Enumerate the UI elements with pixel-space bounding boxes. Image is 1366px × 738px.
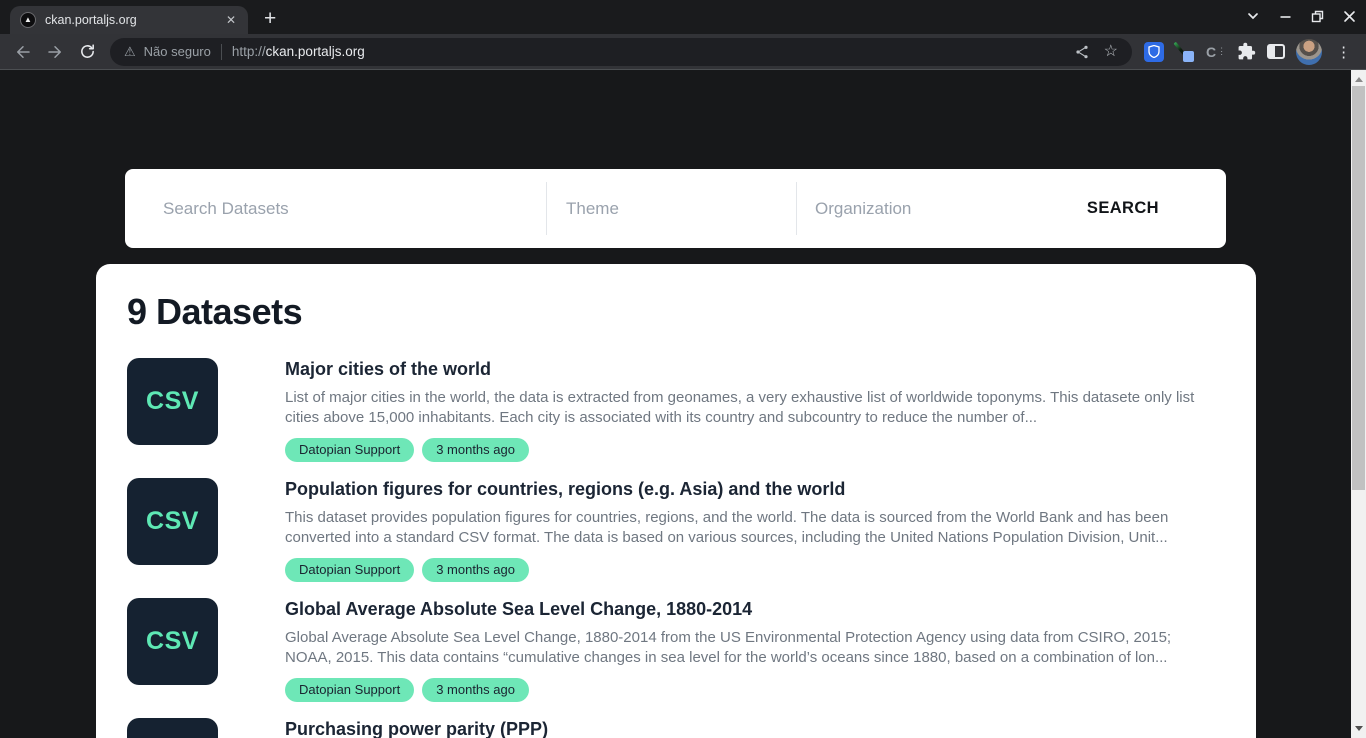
org-badge[interactable]: Datopian Support — [285, 558, 414, 582]
omnibox-divider — [221, 44, 222, 60]
profile-avatar[interactable] — [1296, 39, 1322, 65]
dataset-title-link[interactable]: Global Average Absolute Sea Level Change… — [285, 598, 1221, 620]
scroll-down-icon[interactable] — [1351, 721, 1366, 736]
not-secure-warning-icon: ⚠ — [124, 44, 136, 60]
org-badge[interactable]: Datopian Support — [285, 678, 414, 702]
url-scheme: http:// — [232, 44, 266, 59]
dataset-description: Global Average Absolute Sea Level Change… — [285, 628, 1221, 668]
bitwarden-extension-icon[interactable] — [1144, 42, 1164, 62]
colorzilla-extension-icon[interactable]: C⋮ — [1206, 44, 1226, 60]
updated-badge[interactable]: 3 months ago — [422, 678, 529, 702]
share-icon[interactable] — [1074, 44, 1090, 60]
portaljs-favicon-icon: ▲ — [20, 12, 36, 28]
dataset-description: This dataset provides population figures… — [285, 508, 1221, 548]
search-datasets-input[interactable] — [161, 198, 546, 220]
dataset-row: CSV Population figures for countries, re… — [127, 478, 1221, 582]
csv-format-tile[interactable]: CSV — [127, 358, 218, 445]
site-security-chip[interactable]: ⚠ Não seguro — [124, 44, 211, 60]
results-heading: 9 Datasets — [127, 290, 1221, 334]
scrollbar-track[interactable] — [1351, 70, 1366, 738]
forward-button[interactable] — [42, 39, 68, 65]
close-window-button[interactable] — [1343, 10, 1356, 23]
dataset-row: CSV Global Average Absolute Sea Level Ch… — [127, 598, 1221, 702]
menu-kebab-icon[interactable]: ⋮ — [1336, 43, 1351, 61]
dataset-title-link[interactable]: Purchasing power parity (PPP) — [285, 718, 548, 738]
dataset-title-link[interactable]: Major cities of the world — [285, 358, 1221, 380]
new-tab-button[interactable]: + — [264, 9, 276, 29]
dataset-row: CSV Major cities of the world List of ma… — [127, 358, 1221, 462]
dataset-description: List of major cities in the world, the d… — [285, 388, 1221, 428]
security-label: Não seguro — [144, 44, 211, 59]
dataset-row: CSV Purchasing power parity (PPP) — [127, 718, 1221, 738]
browser-toolbar: ⚠ Não seguro http://ckan.portaljs.org ☆ … — [0, 34, 1366, 70]
restore-button[interactable] — [1311, 10, 1324, 23]
csv-format-tile[interactable]: CSV — [127, 718, 218, 738]
tab-strip: ▲ ckan.portaljs.org ✕ + — [0, 0, 1366, 34]
organization-input[interactable] — [813, 198, 1067, 220]
extensions-puzzle-icon[interactable] — [1237, 42, 1256, 61]
updated-badge[interactable]: 3 months ago — [422, 558, 529, 582]
dataset-title-link[interactable]: Population figures for countries, region… — [285, 478, 1221, 500]
colorpicker-extension-icon[interactable] — [1175, 42, 1195, 62]
csv-format-tile[interactable]: CSV — [127, 478, 218, 565]
address-bar[interactable]: ⚠ Não seguro http://ckan.portaljs.org ☆ — [110, 38, 1132, 66]
search-button[interactable]: SEARCH — [1067, 169, 1226, 248]
theme-input[interactable] — [564, 198, 796, 220]
results-card: 9 Datasets CSV Major cities of the world… — [96, 264, 1256, 738]
scrollbar-thumb[interactable] — [1352, 86, 1365, 490]
updated-badge[interactable]: 3 months ago — [422, 438, 529, 462]
url-domain: ckan.portaljs.org — [266, 44, 365, 59]
browser-tab[interactable]: ▲ ckan.portaljs.org ✕ — [10, 6, 248, 34]
search-card: SEARCH — [125, 169, 1226, 248]
org-badge[interactable]: Datopian Support — [285, 438, 414, 462]
page-viewport: SEARCH 9 Datasets CSV Major cities of th… — [0, 70, 1366, 738]
tab-close-icon[interactable]: ✕ — [224, 13, 238, 27]
reload-button[interactable] — [74, 39, 100, 65]
scroll-up-icon[interactable] — [1351, 72, 1366, 87]
side-panel-icon[interactable] — [1267, 44, 1285, 59]
tab-search-chevron-icon[interactable] — [1246, 9, 1260, 23]
bookmark-star-icon[interactable]: ☆ — [1104, 44, 1118, 60]
tab-title: ckan.portaljs.org — [45, 13, 215, 27]
minimize-button[interactable] — [1279, 10, 1292, 23]
csv-format-tile[interactable]: CSV — [127, 598, 218, 685]
back-button[interactable] — [10, 39, 36, 65]
